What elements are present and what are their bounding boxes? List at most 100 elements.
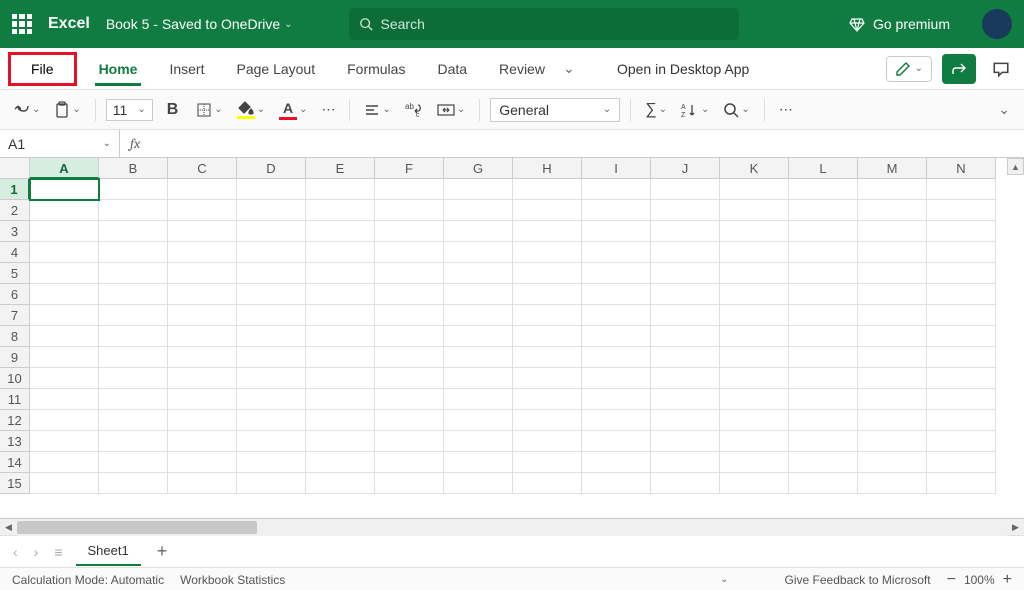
- cell[interactable]: [927, 242, 996, 263]
- column-header[interactable]: C: [168, 158, 237, 179]
- cell[interactable]: [444, 347, 513, 368]
- cell[interactable]: [858, 473, 927, 494]
- open-desktop-app-button[interactable]: Open in Desktop App: [617, 61, 749, 77]
- column-header[interactable]: A: [30, 158, 99, 179]
- cell[interactable]: [927, 179, 996, 200]
- cell[interactable]: [30, 389, 99, 410]
- cell[interactable]: [99, 221, 168, 242]
- cell[interactable]: [375, 326, 444, 347]
- cell[interactable]: [789, 389, 858, 410]
- name-box[interactable]: A1 ⌄: [0, 130, 120, 157]
- cell[interactable]: [858, 284, 927, 305]
- cell[interactable]: [30, 305, 99, 326]
- select-all-corner[interactable]: [0, 158, 30, 179]
- cell[interactable]: [444, 389, 513, 410]
- cell[interactable]: [789, 452, 858, 473]
- cell[interactable]: [168, 305, 237, 326]
- cell[interactable]: [720, 368, 789, 389]
- cell[interactable]: [720, 221, 789, 242]
- cell[interactable]: [720, 242, 789, 263]
- cell[interactable]: [99, 263, 168, 284]
- cell[interactable]: [30, 284, 99, 305]
- cell[interactable]: [789, 347, 858, 368]
- cell[interactable]: [858, 368, 927, 389]
- cell[interactable]: [99, 368, 168, 389]
- cell[interactable]: [927, 284, 996, 305]
- cell[interactable]: [306, 179, 375, 200]
- cell[interactable]: [651, 452, 720, 473]
- column-header[interactable]: H: [513, 158, 582, 179]
- zoom-in-button[interactable]: +: [1003, 571, 1012, 589]
- cell[interactable]: [651, 368, 720, 389]
- cell[interactable]: [582, 347, 651, 368]
- cell[interactable]: [444, 221, 513, 242]
- cell[interactable]: [30, 347, 99, 368]
- column-header[interactable]: M: [858, 158, 927, 179]
- cell[interactable]: [927, 263, 996, 284]
- number-format-selector[interactable]: General ⌄: [490, 98, 620, 122]
- cell[interactable]: [651, 284, 720, 305]
- cell[interactable]: [306, 410, 375, 431]
- cell[interactable]: [513, 179, 582, 200]
- cell[interactable]: [513, 242, 582, 263]
- sheet-nav-next[interactable]: ›: [31, 544, 42, 560]
- cell[interactable]: [444, 179, 513, 200]
- cell[interactable]: [789, 242, 858, 263]
- cell[interactable]: [789, 473, 858, 494]
- tab-review[interactable]: Review: [485, 53, 559, 85]
- cell[interactable]: [168, 347, 237, 368]
- column-header[interactable]: E: [306, 158, 375, 179]
- search-input[interactable]: Search: [349, 8, 739, 40]
- cell[interactable]: [720, 410, 789, 431]
- alignment-button[interactable]: ⌄: [360, 98, 394, 122]
- cell[interactable]: [444, 305, 513, 326]
- undo-button[interactable]: ⌄: [10, 98, 44, 122]
- cell[interactable]: [858, 410, 927, 431]
- cell[interactable]: [444, 200, 513, 221]
- cell[interactable]: [651, 347, 720, 368]
- wrap-text-button[interactable]: abc: [401, 98, 427, 122]
- cell[interactable]: [30, 452, 99, 473]
- column-header[interactable]: J: [651, 158, 720, 179]
- cell[interactable]: [582, 473, 651, 494]
- scroll-left-arrow[interactable]: ◀: [0, 519, 17, 536]
- column-header[interactable]: L: [789, 158, 858, 179]
- borders-button[interactable]: ⌄: [192, 98, 226, 122]
- cell[interactable]: [858, 200, 927, 221]
- cell[interactable]: [444, 242, 513, 263]
- cell[interactable]: [168, 200, 237, 221]
- cell[interactable]: [720, 200, 789, 221]
- formula-input[interactable]: [150, 130, 1024, 157]
- cell[interactable]: [582, 242, 651, 263]
- cell[interactable]: [375, 179, 444, 200]
- tab-insert[interactable]: Insert: [155, 53, 218, 85]
- cell[interactable]: [651, 242, 720, 263]
- cell[interactable]: [237, 200, 306, 221]
- document-name-dropdown[interactable]: Book 5 - Saved to OneDrive ⌄: [106, 16, 293, 32]
- cell[interactable]: [30, 263, 99, 284]
- scroll-right-arrow[interactable]: ▶: [1007, 519, 1024, 536]
- cell[interactable]: [582, 263, 651, 284]
- cell[interactable]: [927, 200, 996, 221]
- cell[interactable]: [30, 242, 99, 263]
- cell[interactable]: [306, 431, 375, 452]
- cell[interactable]: [513, 200, 582, 221]
- feedback-button[interactable]: Give Feedback to Microsoft: [785, 573, 931, 587]
- cell[interactable]: [99, 305, 168, 326]
- cell[interactable]: [30, 179, 99, 200]
- cell[interactable]: [306, 221, 375, 242]
- fill-color-button[interactable]: ⌄: [233, 97, 269, 123]
- cell[interactable]: [927, 305, 996, 326]
- find-button[interactable]: ⌄: [719, 98, 753, 122]
- cell[interactable]: [513, 431, 582, 452]
- row-header[interactable]: 5: [0, 263, 30, 284]
- zoom-out-button[interactable]: −: [947, 571, 956, 589]
- cell[interactable]: [444, 326, 513, 347]
- cell[interactable]: [306, 473, 375, 494]
- cell[interactable]: [168, 326, 237, 347]
- row-header[interactable]: 8: [0, 326, 30, 347]
- column-header[interactable]: F: [375, 158, 444, 179]
- row-header[interactable]: 1: [0, 179, 30, 200]
- tab-formulas[interactable]: Formulas: [333, 53, 419, 85]
- cell[interactable]: [237, 326, 306, 347]
